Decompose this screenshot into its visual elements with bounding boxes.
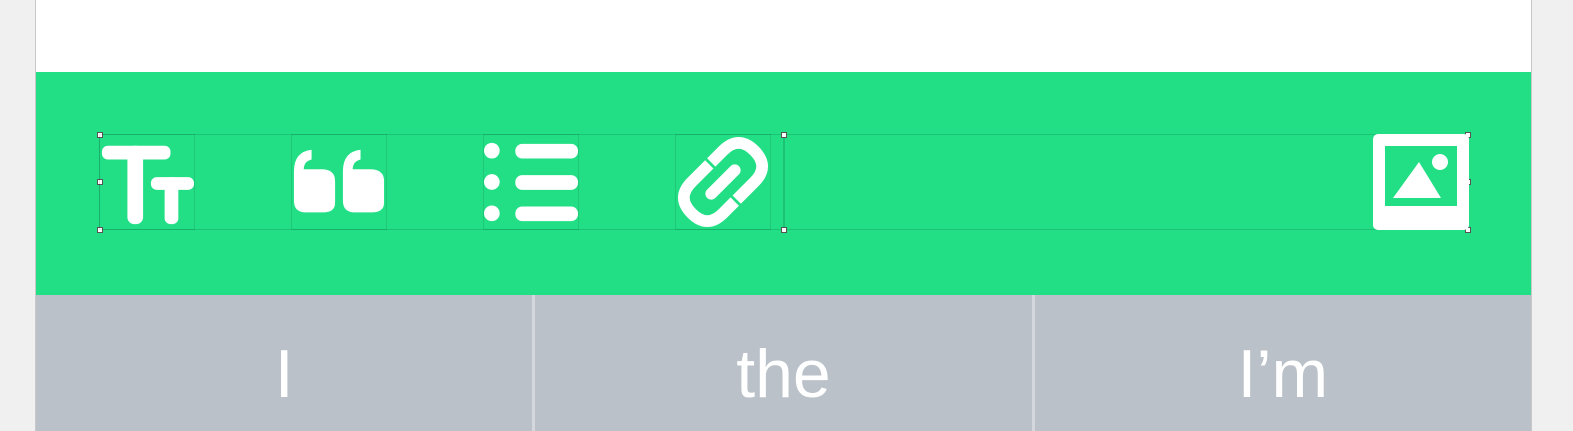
image-icon bbox=[1373, 134, 1469, 230]
quote-button[interactable] bbox=[291, 134, 387, 230]
resize-handle[interactable] bbox=[781, 227, 787, 233]
text-size-icon bbox=[101, 145, 194, 225]
suggestion-1[interactable]: I bbox=[36, 295, 532, 431]
app-frame: I the I’m bbox=[35, 0, 1532, 431]
formatting-toolbar bbox=[36, 72, 1531, 295]
quote-icon bbox=[293, 149, 385, 213]
list-button[interactable] bbox=[483, 134, 579, 230]
link-button[interactable] bbox=[675, 134, 771, 230]
resize-handle[interactable] bbox=[781, 132, 787, 138]
keyboard-suggestion-bar: I the I’m bbox=[36, 295, 1531, 431]
link-icon bbox=[678, 137, 768, 227]
bulleted-list-icon bbox=[484, 142, 578, 222]
toolbar-selection-right bbox=[784, 134, 1469, 230]
text-style-button[interactable] bbox=[99, 134, 195, 230]
suggestion-3[interactable]: I’m bbox=[1035, 295, 1531, 431]
image-button[interactable] bbox=[1373, 134, 1469, 230]
suggestion-2[interactable]: the bbox=[535, 295, 1031, 431]
editor-area[interactable] bbox=[36, 0, 1531, 72]
